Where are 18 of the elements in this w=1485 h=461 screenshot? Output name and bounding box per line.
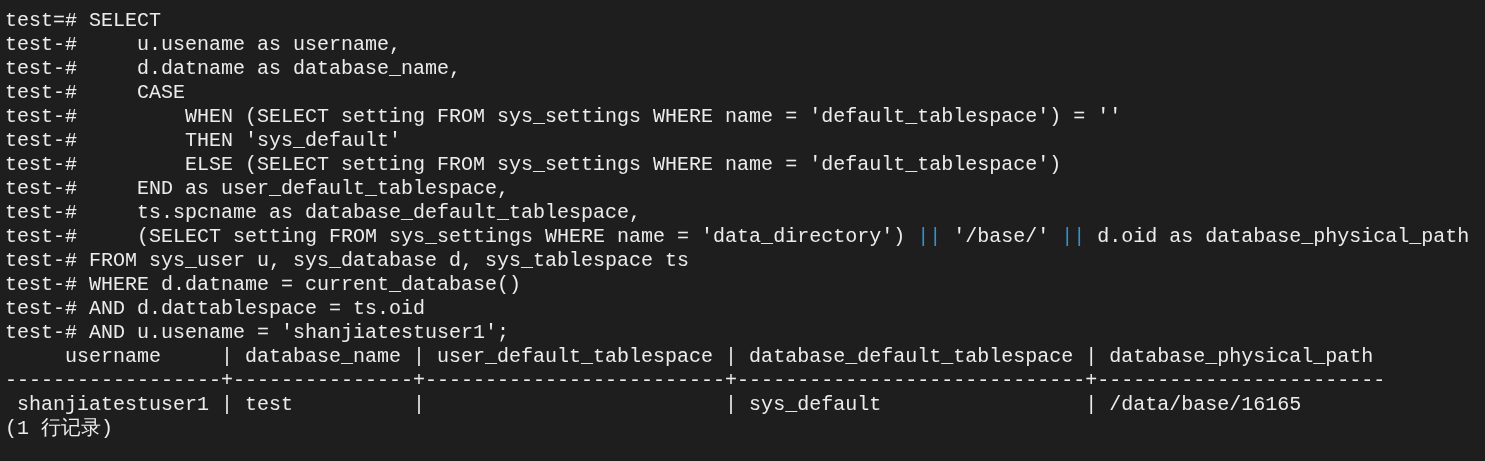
- terminal-line: test-# THEN 'sys_default': [5, 129, 402, 153]
- terminal-line: shanjiatestuser1 | test | | sys_default | /data/base/16165: [16, 393, 1302, 417]
- terminal-line: test-# (SELECT setting FROM sys_settings WHERE name = 'data_directory') || '/base/' || d.oid as database_physical_path: [5, 225, 1470, 249]
- terminal-line: test-# WHERE d.datname = current_database(): [5, 273, 522, 297]
- terminal-line: test-# CASE: [5, 81, 186, 105]
- terminal-line: ------------------+---------------+-------------------------+-----------------------------+------------------------: [5, 369, 1386, 393]
- terminal-line: test=# SELECT: [5, 9, 162, 33]
- terminal-line: test-# d.datname as database_name,: [5, 57, 462, 81]
- terminal-line: test-# FROM sys_user u, sys_database d, sys_tablespace ts: [5, 249, 690, 273]
- terminal-line: test-# WHEN (SELECT setting FROM sys_settings WHERE name = 'default_tablespace') = '': [5, 105, 1122, 129]
- terminal-line: test-# AND d.dattablespace = ts.oid: [5, 297, 426, 321]
- terminal-line: (1 行记录): [5, 417, 113, 441]
- terminal-line: test-# u.usename as username,: [5, 33, 402, 57]
- terminal-line: test-# ts.spcname as database_default_tablespace,: [5, 201, 642, 225]
- terminal-line: test-# END as user_default_tablespace,: [5, 177, 510, 201]
- terminal-line: test-# AND u.usename = 'shanjiatestuser1';: [5, 321, 510, 345]
- terminal-line: test-# ELSE (SELECT setting FROM sys_settings WHERE name = 'default_tablespace'): [5, 153, 1062, 177]
- terminal-line: username | database_name | user_default_tablespace | database_default_tablespace | database_physical_path: [64, 345, 1374, 369]
